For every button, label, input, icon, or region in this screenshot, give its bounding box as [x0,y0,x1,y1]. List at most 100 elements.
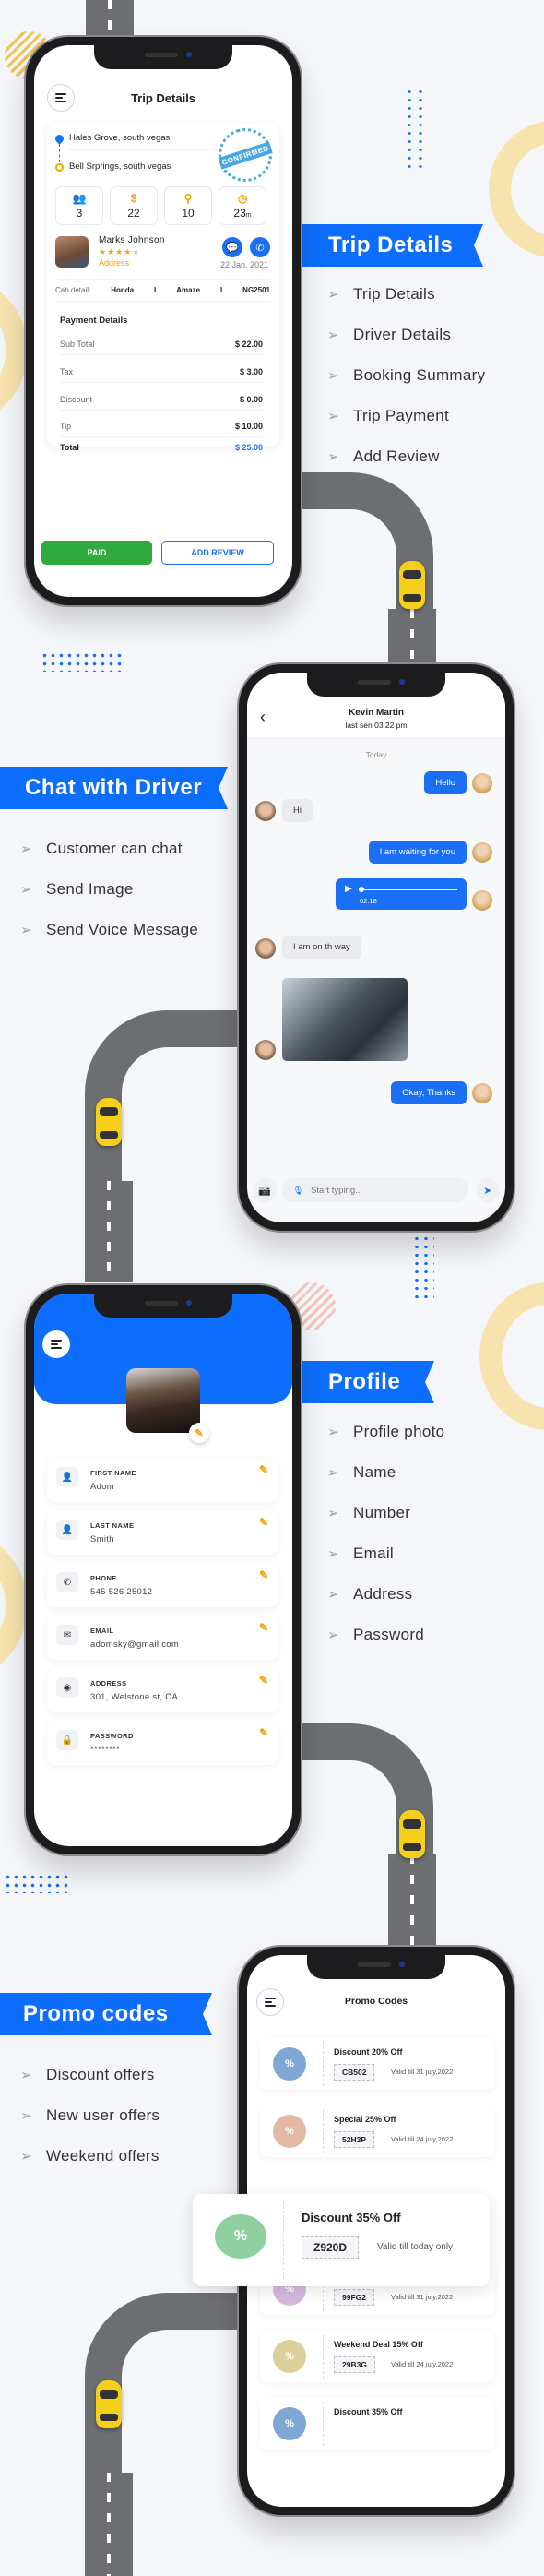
feature-item: ➢ Name [327,1463,396,1481]
edit-icon[interactable]: ✎ [259,1726,268,1739]
feature-item: ➢ Discount offers [20,2066,155,2083]
add-review-button[interactable]: ADD REVIEW [161,541,274,565]
user-icon: 👤 [56,1467,78,1487]
dots-decoration [41,651,125,672]
stat-duration: ◷ 23m [219,186,266,225]
paid-button[interactable]: PAID [41,541,152,565]
chat-button[interactable]: 💬 [222,237,242,257]
discount-badge-icon: % [273,2115,306,2148]
profile-field-last-name[interactable]: 👤 LAST NAME Smith ✎ [47,1510,278,1555]
payment-row: Tax $ 3.00 [60,367,263,383]
phone-icon: ✆ [255,242,265,254]
play-icon[interactable]: ▶ [345,884,352,894]
send-button[interactable]: ➤ [476,1178,500,1202]
menu-button[interactable] [42,1330,70,1358]
edit-icon[interactable]: ✎ [259,1463,268,1476]
arrow-icon: ➢ [327,1546,339,1562]
feature-item: ➢ Booking Summary [327,366,486,384]
road-decoration [86,0,134,37]
promo-code[interactable]: 29B3G [334,2356,375,2373]
payment-row: Sub Total $ 22.00 [60,340,263,355]
pickup-pin-icon [53,133,65,145]
stat-fare: $ 22 [110,186,158,225]
message-bubble-sent: I am waiting for you [368,841,467,864]
promo-feature-list: ➢ Discount offers ➢ New user offers ➢ Weeke… [20,2055,160,2176]
road-decoration [388,1854,436,1947]
promo-card[interactable]: % Discount 35% Off [260,2398,494,2450]
arrow-icon: ➢ [20,2108,32,2124]
profile-field-phone[interactable]: ✆ PHONE 545 526 25012 ✎ [47,1563,278,1607]
message-input[interactable]: 🎙 Start typing... [281,1178,468,1202]
discount-badge-icon: % [273,2047,306,2081]
camera-button[interactable]: 📷 [253,1178,277,1202]
clock-icon: ◷ [237,192,248,205]
phone-notch [307,673,445,697]
cab-detail-row: Cab detail: Honda I Amaze I NG2501 [55,279,270,302]
image-message[interactable] [282,978,408,1061]
arrow-icon: ➢ [327,1587,339,1603]
edit-icon[interactable]: ✎ [259,1674,268,1687]
edit-icon[interactable]: ✎ [259,1621,268,1634]
chat-feature-list: ➢ Customer can chat ➢ Send Image ➢ Send Voi… [20,829,198,950]
feature-item: ➢ Address [327,1585,413,1603]
road-decoration [85,1181,133,1282]
driver-avatar [255,938,276,959]
feature-item: ➢ New user offers [20,2106,160,2124]
road-decoration [85,2473,133,2576]
arrow-icon: ➢ [20,2149,32,2165]
feature-item: ➢ Number [327,1504,411,1521]
profile-field-first-name[interactable]: 👤 FIRST NAME Adom ✎ [47,1458,278,1502]
voice-progress-handle[interactable] [359,887,364,892]
confirmed-stamp: CONFIRMED [211,121,279,189]
promo-card[interactable]: % Discount 20% Off CB502 Valid till 31 j… [260,2038,494,2090]
phone-notch [94,45,232,69]
feature-item: ➢ Trip Payment [327,407,450,424]
ring-decoration [0,1532,28,1679]
profile-field-password[interactable]: 🔒 PASSWORD ******** ✎ [47,1721,278,1765]
promo-card[interactable]: % Special 25% Off 52H3P Valid till 24 ju… [260,2105,494,2157]
driver-address-link[interactable]: Address [99,258,129,268]
voice-progress-track [360,889,457,890]
trip-card: Hales Grove, south vegas Bell Srprings, … [47,121,279,447]
dots-decoration [404,88,430,173]
edit-photo-button[interactable]: ✎ [189,1423,209,1443]
discount-badge-icon: % [273,2340,306,2373]
microphone-icon[interactable]: 🎙 [292,1186,303,1196]
discount-badge-icon: % [273,2407,306,2440]
promo-card[interactable]: % Weekend Deal 15% Off 29B3G Valid till … [260,2331,494,2382]
user-avatar [472,890,492,911]
promo-code[interactable]: 52H3P [334,2131,374,2148]
featured-promo-card[interactable]: % Discount 35% Off Z920D Valid till toda… [193,2194,490,2286]
driver-avatar [255,1040,276,1060]
promo-code[interactable]: Z920D [302,2236,360,2259]
section-banner-chat: Chat with Driver [0,767,228,809]
profile-photo[interactable] [126,1368,200,1433]
edit-icon[interactable]: ✎ [259,1516,268,1529]
dollar-icon: $ [130,192,137,205]
phone-chat: ‹ Kevin Martin last sen 03:22 pm Today H… [239,664,514,1231]
edit-icon[interactable]: ✎ [259,1568,268,1581]
promo-code[interactable]: CB502 [334,2064,375,2081]
phone-profile: ✎ 👤 FIRST NAME Adom ✎ 👤 LAST NAME Smith … [26,1285,301,1854]
user-avatar [472,842,492,863]
discount-badge-icon: % [215,2214,266,2259]
profile-field-email[interactable]: ✉ EMAIL adomsky@gmail.com ✎ [47,1616,278,1660]
arrow-icon: ➢ [20,2068,32,2083]
promo-code[interactable]: 99FG2 [334,2289,374,2306]
payment-row: Discount $ 0.00 [60,395,263,411]
message-bubble-sent: Okay, Thanks [391,1081,467,1104]
driver-avatar [55,236,89,268]
trip-date: 22 Jan, 2021 [219,260,268,269]
users-icon: 👥 [72,192,87,205]
dropoff-location: Bell Srprings, south vegas [69,161,171,172]
feature-item: ➢ Weekend offers [20,2147,160,2165]
arrow-icon: ➢ [327,1506,339,1521]
taxi-car-icon [399,561,425,609]
arrow-icon: ➢ [20,882,32,898]
profile-field-address[interactable]: ◉ ADDRESS 301, Welstone st, CA ✎ [47,1668,278,1712]
voice-message[interactable]: ▶ 02:18 [336,878,467,910]
call-button[interactable]: ✆ [250,237,270,257]
dropoff-pin-icon [55,163,64,172]
phone-notch [94,1294,232,1318]
user-avatar [472,773,492,793]
